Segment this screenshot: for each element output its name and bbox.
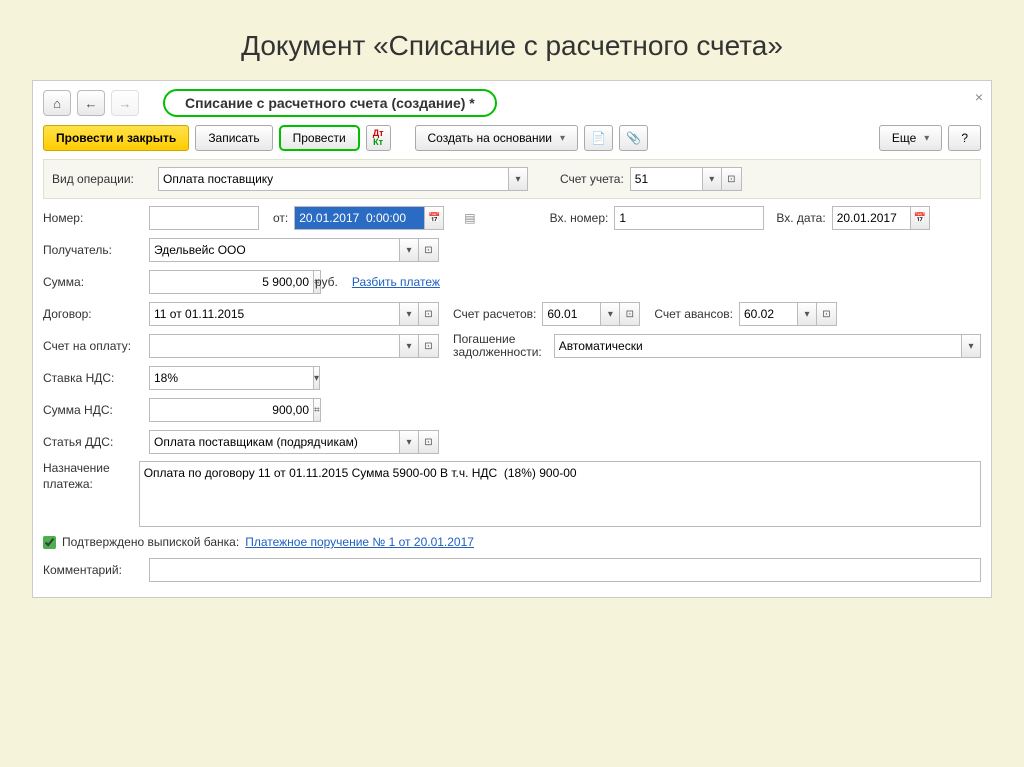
post-button[interactable]: Провести [279,125,360,151]
calculator-icon[interactable]: ⌗ [313,398,321,422]
print-button[interactable] [584,125,613,151]
open-icon[interactable]: ⊡ [817,302,837,326]
in-date-input[interactable] [832,206,910,230]
op-type-input[interactable] [158,167,508,191]
titlebar: ⌂ ← → Списание с расчетного счета (созда… [43,89,981,117]
dds-label: Статья ДДС: [43,435,143,449]
confirmed-label: Подтверждено выпиской банка: [62,535,239,549]
comment-input[interactable] [149,558,981,582]
advance-acc-input[interactable] [739,302,797,326]
account-select[interactable]: ▾ ⊡ [630,167,742,191]
calendar-icon[interactable]: 📅 [424,206,444,230]
home-button[interactable]: ⌂ [43,90,71,116]
close-icon[interactable]: × [975,89,983,105]
save-button[interactable]: Записать [195,125,272,151]
back-button[interactable]: ← [77,90,105,116]
chevron-down-icon[interactable]: ▾ [313,366,320,390]
slide-heading: Документ «Списание с расчетного счета» [0,0,1024,80]
debt-input[interactable] [554,334,961,358]
account-label: Счет учета: [560,172,624,186]
chevron-down-icon[interactable]: ▾ [797,302,817,326]
amount-label: Сумма: [43,275,143,289]
in-date-label: Вх. дата: [776,211,825,225]
advance-acc-label: Счет авансов: [654,307,733,321]
list-icon[interactable]: ▤ [464,211,475,225]
document-icon [591,131,606,145]
dtkt-icon: ДтКт [373,129,384,147]
op-type-select[interactable]: ▾ [158,167,528,191]
chevron-down-icon[interactable]: ▾ [399,238,419,262]
vat-rate-label: Ставка НДС: [43,371,143,385]
vat-sum-input[interactable] [149,398,313,422]
comment-label: Комментарий: [43,563,143,577]
confirmed-checkbox[interactable] [43,536,56,549]
payment-order-link[interactable]: Платежное поручение № 1 от 20.01.2017 [245,535,474,549]
from-label: от: [273,211,288,225]
chevron-down-icon[interactable]: ▾ [508,167,528,191]
toolbar: Провести и закрыть Записать Провести ДтК… [43,125,981,151]
chevron-down-icon[interactable]: ▾ [399,334,419,358]
vat-sum-label: Сумма НДС: [43,403,143,417]
in-number-label: Вх. номер: [550,211,609,225]
amount-input[interactable] [149,270,313,294]
settle-acc-label: Счет расчетов: [453,307,536,321]
open-icon[interactable]: ⊡ [722,167,742,191]
recipient-label: Получатель: [43,243,143,257]
contract-input[interactable] [149,302,399,326]
dtkt-button[interactable]: ДтКт [366,125,391,151]
chevron-down-icon[interactable]: ▾ [600,302,620,326]
open-icon[interactable]: ⊡ [620,302,640,326]
split-payment-link[interactable]: Разбить платеж [352,275,440,289]
more-button[interactable]: Еще [879,125,942,151]
chevron-down-icon[interactable]: ▾ [702,167,722,191]
date-input[interactable] [294,206,424,230]
attach-button[interactable] [619,125,648,151]
calendar-icon[interactable]: 📅 [910,206,930,230]
chevron-down-icon[interactable]: ▾ [399,302,419,326]
open-icon[interactable]: ⊡ [419,334,439,358]
recipient-input[interactable] [149,238,399,262]
in-number-input[interactable] [614,206,764,230]
vat-rate-input[interactable] [149,366,313,390]
chevron-down-icon[interactable]: ▾ [961,334,981,358]
document-title: Списание с расчетного счета (создание) * [163,89,497,117]
create-based-button[interactable]: Создать на основании [415,125,579,151]
number-input[interactable] [149,206,259,230]
op-type-label: Вид операции: [52,172,152,186]
number-label: Номер: [43,211,143,225]
debt-label-2: задолженности: [453,346,542,359]
invoice-input[interactable] [149,334,399,358]
purpose-textarea[interactable] [139,461,981,527]
paperclip-icon [626,131,641,145]
settle-acc-input[interactable] [542,302,600,326]
open-icon[interactable]: ⊡ [419,302,439,326]
purpose-label: Назначение платежа: [43,461,133,492]
document-window: × ⌂ ← → Списание с расчетного счета (соз… [32,80,992,598]
help-button[interactable]: ? [948,125,981,151]
account-input[interactable] [630,167,702,191]
invoice-label: Счет на оплату: [43,339,143,353]
contract-label: Договор: [43,307,143,321]
open-icon[interactable]: ⊡ [419,430,439,454]
chevron-down-icon[interactable]: ▾ [399,430,419,454]
forward-button[interactable]: → [111,90,139,116]
post-and-close-button[interactable]: Провести и закрыть [43,125,189,151]
dds-input[interactable] [149,430,399,454]
open-icon[interactable]: ⊡ [419,238,439,262]
currency-label: руб. [315,275,338,289]
